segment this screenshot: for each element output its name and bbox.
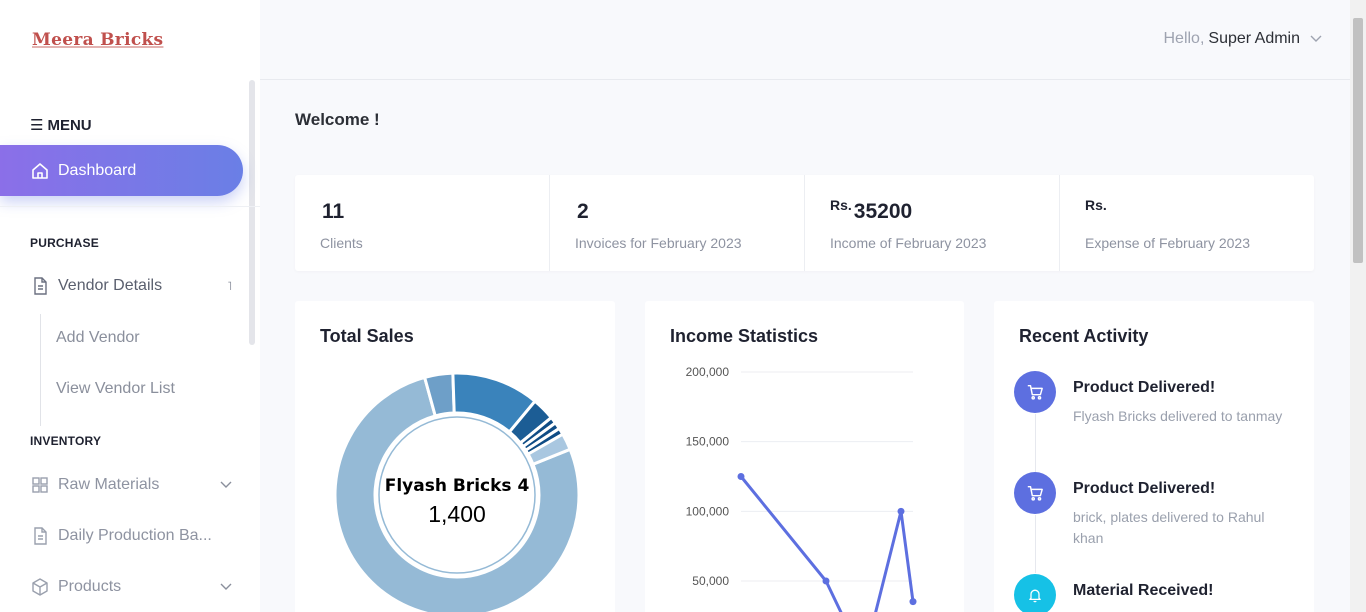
panel-title: Total Sales [320, 326, 414, 346]
top-header: Hello, Super Admin [260, 0, 1350, 80]
cart-icon [1014, 472, 1056, 514]
activity-title: Product Delivered! [1073, 480, 1216, 497]
timeline-line [1035, 414, 1036, 472]
sidebar-item-products[interactable]: Products [30, 577, 240, 597]
box-icon [30, 577, 50, 597]
sidebar-subitem-view-vendor-list[interactable]: View Vendor List [56, 380, 175, 398]
stat-invoices: 2 Invoices for February 2023 [550, 175, 805, 271]
data-point[interactable] [909, 598, 917, 606]
scrollbar-thumb[interactable] [1353, 18, 1363, 263]
user-name: Super Admin [1208, 30, 1300, 47]
sidebar-item-label: Vendor Details [58, 277, 163, 294]
y-tick-label: 200,000 [686, 365, 730, 379]
submenu-guide-line [40, 314, 41, 426]
activity-title: Product Delivered! [1073, 379, 1216, 396]
data-point[interactable] [737, 473, 745, 480]
cart-icon [1014, 371, 1056, 413]
chevron-icon: ˥ [227, 279, 232, 293]
total-sales-panel: Total Sales Flyash Bricks 4 1,400 [295, 301, 615, 612]
sidebar-item-dashboard[interactable]: Dashboard [0, 145, 243, 196]
menu-label: MENU [47, 116, 92, 134]
stat-value: 11 [322, 200, 345, 223]
bell-icon [1014, 574, 1056, 612]
brand-logo[interactable]: Meera Bricks [32, 30, 163, 50]
stats-card: 11 Clients 2 Invoices for February 2023 … [295, 175, 1314, 271]
sidebar-item-label: Daily Production Ba... [58, 527, 212, 544]
sidebar-subitem-add-vendor[interactable]: Add Vendor [56, 329, 140, 347]
section-label-purchase: PURCHASE [30, 236, 99, 250]
donut-center-value: 1,400 [428, 501, 486, 527]
stat-prefix: Rs. [830, 197, 852, 213]
page-scrollbar[interactable] [1350, 0, 1366, 612]
user-menu[interactable]: Hello, Super Admin [1163, 30, 1322, 48]
sidebar-item-vendor-details[interactable]: Vendor Details ˥ [30, 276, 240, 296]
y-tick-label: 100,000 [686, 504, 730, 518]
stat-value: 35200 [853, 200, 913, 223]
timeline-line [1035, 515, 1036, 573]
y-tick-label: 150,000 [686, 435, 730, 449]
data-point[interactable] [822, 577, 830, 585]
income-line-chart[interactable]: 50,000 100,000 150,000 200,000 [645, 301, 964, 612]
stat-expense: Rs. Expense of February 2023 [1060, 175, 1314, 271]
stat-value: 2 [577, 200, 589, 223]
stat-label: Clients [320, 235, 363, 251]
hamburger-icon: ☰ [30, 117, 44, 134]
sidebar-item-raw-materials[interactable]: Raw Materials [30, 475, 240, 495]
home-icon [30, 161, 50, 181]
stat-clients: 11 Clients [295, 175, 550, 271]
y-tick-label: 50,000 [692, 574, 729, 588]
donut-center-title: Flyash Bricks 4 [384, 476, 530, 496]
document-icon [30, 276, 50, 296]
stat-prefix: Rs. [1085, 197, 1107, 213]
sidebar-item-label: Dashboard [58, 161, 137, 179]
document-icon [30, 526, 50, 546]
stat-income: Rs. 35200 Income of February 2023 [805, 175, 1060, 271]
stat-label: Invoices for February 2023 [575, 235, 742, 251]
chevron-down-icon [220, 478, 232, 492]
menu-heading: ☰ MENU [30, 116, 92, 135]
recent-activity-panel: Recent Activity Product Delivered! Flyas… [994, 301, 1314, 612]
sidebar-item-daily-production[interactable]: Daily Production Ba... [30, 526, 240, 546]
activity-description: brick, plates delivered to Rahul khan [1073, 509, 1265, 546]
stat-label: Expense of February 2023 [1085, 235, 1250, 251]
sidebar-item-label: Products [58, 578, 122, 595]
panel-title: Recent Activity [1019, 326, 1149, 346]
sidebar-divider [0, 206, 260, 207]
income-statistics-panel: Income Statistics 50,000 100,000 150,000 20… [645, 301, 964, 612]
grid-icon [30, 475, 50, 495]
chevron-down-icon [220, 580, 232, 594]
sidebar: Meera Bricks ☰ MENU Dashboard PURCHASE V… [0, 0, 260, 612]
income-series-line [739, 475, 915, 612]
stat-label: Income of February 2023 [830, 235, 987, 251]
chevron-down-icon [1310, 35, 1322, 43]
activity-title: Material Received! [1073, 582, 1214, 599]
data-point[interactable] [897, 507, 905, 515]
section-label-inventory: INVENTORY [30, 434, 102, 448]
sidebar-item-label: Raw Materials [58, 476, 160, 493]
activity-description: Flyash Bricks delivered to tanmay [1073, 408, 1283, 424]
sidebar-scrollbar[interactable] [249, 80, 255, 345]
greeting-text: Hello, [1163, 30, 1205, 47]
page-title: Welcome ! [295, 110, 380, 129]
